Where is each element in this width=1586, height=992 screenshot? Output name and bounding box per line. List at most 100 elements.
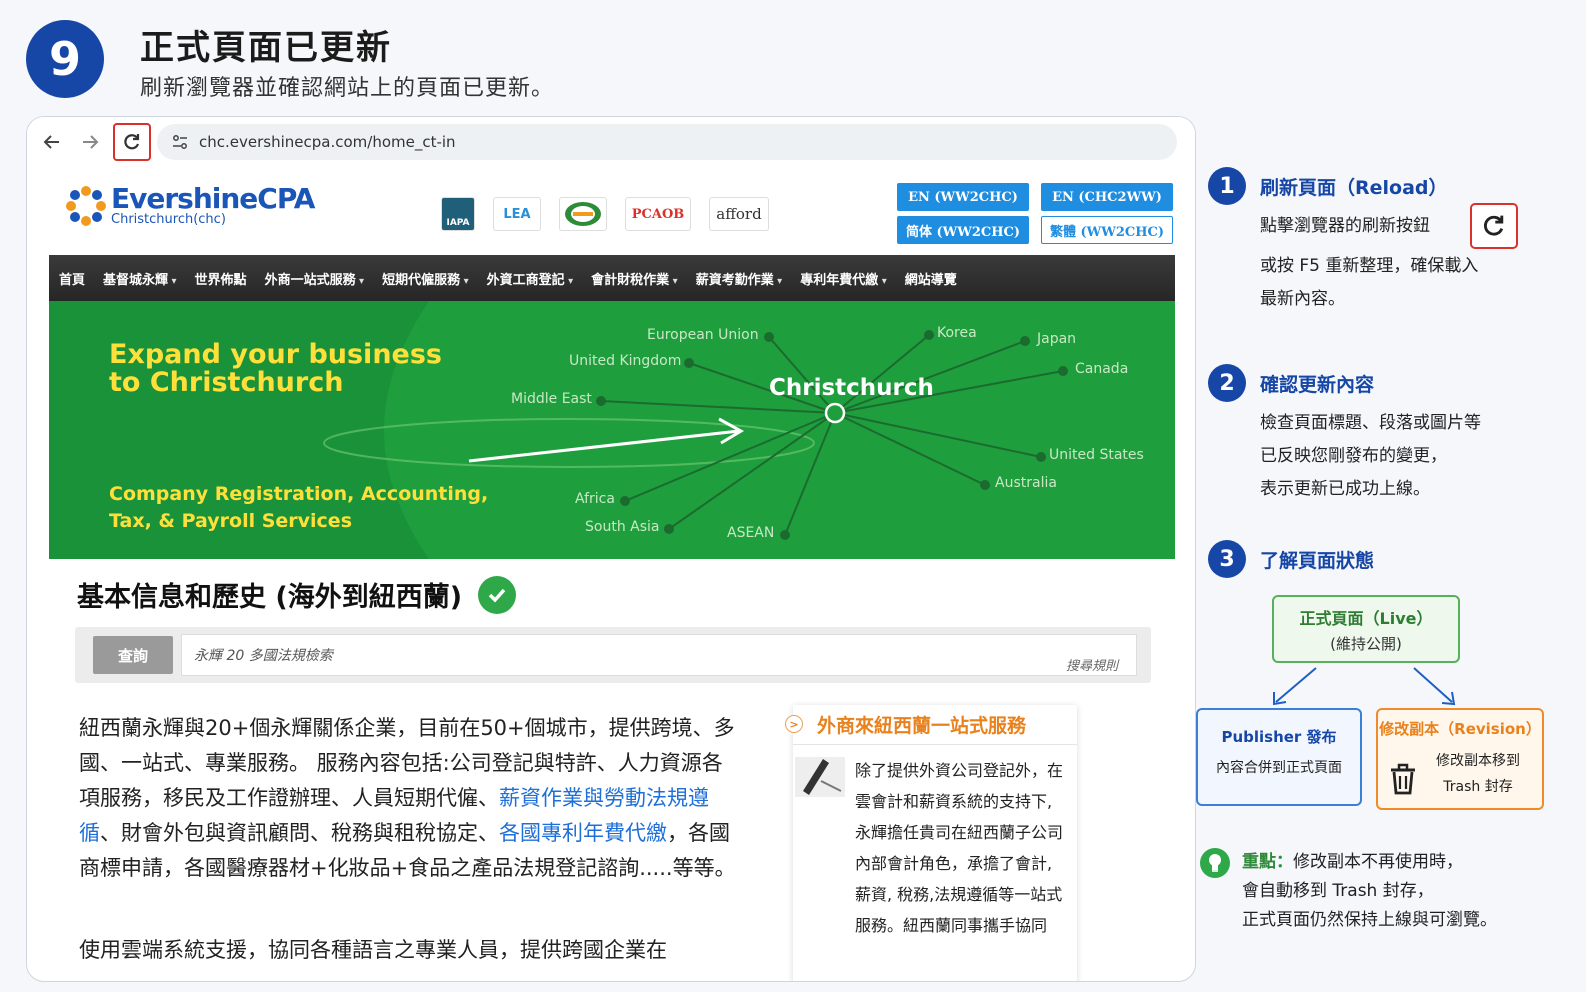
hero-title-line1: Expand your business: [109, 339, 442, 370]
item1-line2: 或按 F5 重新整理，確保載入: [1260, 256, 1479, 276]
menu-payroll[interactable]: 薪資考勤作業: [696, 269, 783, 288]
logo-name: EvershineCPA: [111, 182, 315, 215]
browser-toolbar: chc.evershinecpa.com/home_ct-in: [27, 117, 1195, 167]
back-arrow-icon[interactable]: [39, 129, 65, 155]
revision-sub-line2: Trash 封存: [1443, 779, 1513, 795]
body-paragraph-1: 紐西蘭永輝與20+個永輝關係企業，目前在50+個城市，提供跨境、多國、一站式、專…: [79, 711, 739, 886]
dest-united-states: United States: [1049, 447, 1144, 463]
revision-sub-line1: 修改副本移到: [1436, 753, 1520, 769]
publisher-subtitle: 內容合併到正式頁面: [1216, 760, 1342, 776]
reload-icon: [1483, 215, 1504, 236]
menu-christchurch[interactable]: 基督城永輝: [103, 269, 177, 288]
pen-paper-image: [795, 757, 845, 797]
url-text: chc.evershinecpa.com/home_ct-in: [199, 133, 456, 151]
lang-en-ww2chc-button[interactable]: EN (WW2CHC): [897, 183, 1029, 211]
lang-simplified-button[interactable]: 简体 (WW2CHC): [897, 216, 1029, 244]
menu-accounting[interactable]: 會計財稅作業: [591, 269, 678, 288]
tip-line3: 正式頁面仍然保持上線與可瀏覽。: [1242, 910, 1497, 930]
hero-banner: Expand your business to Christchurch Com…: [49, 301, 1175, 559]
revision-title: 修改副本（Revision）: [1379, 720, 1541, 738]
hero-sub-line2: Tax, & Payroll Services: [109, 510, 353, 532]
menu-registration[interactable]: 外資工商登記: [487, 269, 574, 288]
lea-badge: LEA: [493, 197, 541, 231]
dest-australia: Australia: [995, 475, 1057, 491]
item1-number: 1: [1208, 167, 1246, 205]
tip-line1: 修改副本不再使用時，: [1293, 852, 1463, 872]
hero-city: Christchurch: [769, 375, 934, 401]
menu-short-term-hire[interactable]: 短期代僱服務: [382, 269, 469, 288]
one-stop-card-title: 外商來紐西蘭一站式服務: [817, 715, 1027, 737]
reload-button[interactable]: [113, 123, 151, 161]
forward-arrow-icon[interactable]: [77, 129, 103, 155]
search-button[interactable]: 查詢: [93, 636, 173, 674]
item2-number: 2: [1208, 364, 1246, 402]
dest-japan: Japan: [1037, 331, 1077, 347]
section-title: 基本信息和歷史 (海外到紐西蘭): [77, 575, 517, 614]
dest-south-asia: South Asia: [585, 519, 660, 535]
hero-sub-line1: Company Registration, Accounting,: [109, 483, 489, 505]
logo-subtitle: Christchurch(chc): [111, 212, 226, 227]
step-subtitle: 刷新瀏覽器並確認網站上的頁面已更新。: [140, 76, 555, 101]
menu-patent[interactable]: 專利年費代繳: [800, 269, 887, 288]
tip-line2: 會自動移到 Trash 封存，: [1242, 881, 1434, 901]
reload-icon: [124, 134, 140, 150]
dest-uk: United Kingdom: [569, 353, 682, 369]
site-logo[interactable]: EvershineCPA Christchurch(chc): [65, 182, 315, 227]
item2-line2: 已反映您剛發布的變更，: [1260, 446, 1447, 466]
menu-home[interactable]: 首頁: [59, 269, 85, 288]
live-title: 正式頁面（Live）: [1299, 609, 1433, 628]
search-rule-link[interactable]: 搜尋規則: [1066, 655, 1118, 674]
tip-text: 重點：修改副本不再使用時， 會自動移到 Trash 封存， 正式頁面仍然保持上線…: [1242, 848, 1497, 935]
site-header: EvershineCPA Christchurch(chc) IAPA LEA …: [49, 167, 1175, 255]
browser-window: chc.evershinecpa.com/home_ct-in Evershin…: [26, 116, 1196, 982]
one-stop-card: > 外商來紐西蘭一站式服務 除了提供外資公司登記外，在雲會計和薪資系統的支持下,…: [785, 705, 1077, 981]
tip-label: 重點：: [1242, 852, 1293, 872]
hero-subtitle: Company Registration, Accounting, Tax, &…: [109, 481, 488, 535]
live-page-box: 正式頁面（Live） (維持公開): [1272, 595, 1460, 663]
lightbulb-icon: [1200, 848, 1230, 878]
iapa-badge: IAPA: [441, 197, 475, 231]
patent-link[interactable]: 各國專利年費代繳: [499, 821, 667, 845]
menu-one-stop[interactable]: 外商一站式服務: [265, 269, 365, 288]
afford-badge: afford: [709, 197, 769, 231]
publisher-box: Publisher 發布 內容合併到正式頁面: [1196, 708, 1362, 806]
site-menu: 首頁 基督城永輝 世界佈點 外商一站式服務 短期代僱服務 外資工商登記 會計財稅…: [49, 255, 1175, 301]
reload-illustration: [1470, 203, 1518, 249]
item2-line3: 表示更新已成功上線。: [1260, 479, 1430, 499]
live-subtitle: (維持公開): [1330, 635, 1402, 653]
menu-world-locations[interactable]: 世界佈點: [195, 269, 247, 288]
chevron-right-icon: >: [785, 715, 803, 733]
state-arrows: [1273, 667, 1456, 706]
item2-line1: 檢查頁面標題、段落或圖片等: [1260, 413, 1481, 433]
pcaob-badge: PCAOB: [625, 197, 691, 231]
body-paragraph-2: 使用雲端系統支援，協同各種語言之專業人員，提供跨國企業在: [79, 938, 667, 962]
site-info-icon[interactable]: [169, 131, 191, 153]
step-number-badge: 9: [26, 20, 104, 98]
item2-title: 確認更新內容: [1260, 374, 1375, 396]
revision-box: 修改副本（Revision） 修改副本移到 Trash 封存: [1376, 708, 1544, 810]
one-stop-card-text: 除了提供外資公司登記外，在雲會計和薪資系統的支持下,永輝擔任貴司在紐西蘭子公司內…: [855, 761, 1064, 935]
item3-title: 了解頁面狀態: [1260, 550, 1375, 572]
search-input[interactable]: 永輝 20 多國法規檢索 搜尋規則: [181, 634, 1137, 676]
hero-title: Expand your business to Christchurch: [109, 341, 442, 397]
item1-line3: 最新內容。: [1260, 289, 1345, 309]
body-text-b: 、財會外包與資訊顧問、稅務與租稅協定、: [100, 821, 499, 845]
trash-icon: [1391, 763, 1415, 795]
section-title-text: 基本信息和歷史 (海外到紐西蘭): [77, 582, 463, 613]
search-row: 查詢 永輝 20 多國法規檢索 搜尋規則: [75, 627, 1151, 683]
publisher-title: Publisher 發布: [1221, 728, 1337, 746]
menu-sitemap[interactable]: 網站導覽: [905, 269, 957, 288]
dest-asean: ASEAN: [727, 525, 775, 541]
website-viewport: EvershineCPA Christchurch(chc) IAPA LEA …: [49, 167, 1175, 981]
dest-middle-east: Middle East: [511, 391, 592, 407]
address-bar[interactable]: chc.evershinecpa.com/home_ct-in: [157, 124, 1177, 160]
evershine-logo-icon: [66, 186, 106, 226]
ea-badge: [559, 197, 607, 231]
dest-africa: Africa: [575, 491, 615, 507]
revision-subtitle: 修改副本移到 Trash 封存: [1422, 748, 1534, 800]
one-stop-card-header[interactable]: > 外商來紐西蘭一站式服務: [785, 705, 1077, 745]
item1-line1: 點擊瀏覽器的刷新按鈕: [1260, 216, 1430, 236]
item1-title: 刷新頁面（Reload）: [1260, 177, 1448, 199]
lang-traditional-button[interactable]: 繁體 (WW2CHC): [1041, 216, 1173, 244]
lang-en-chc2ww-button[interactable]: EN (CHC2WW): [1041, 183, 1173, 211]
